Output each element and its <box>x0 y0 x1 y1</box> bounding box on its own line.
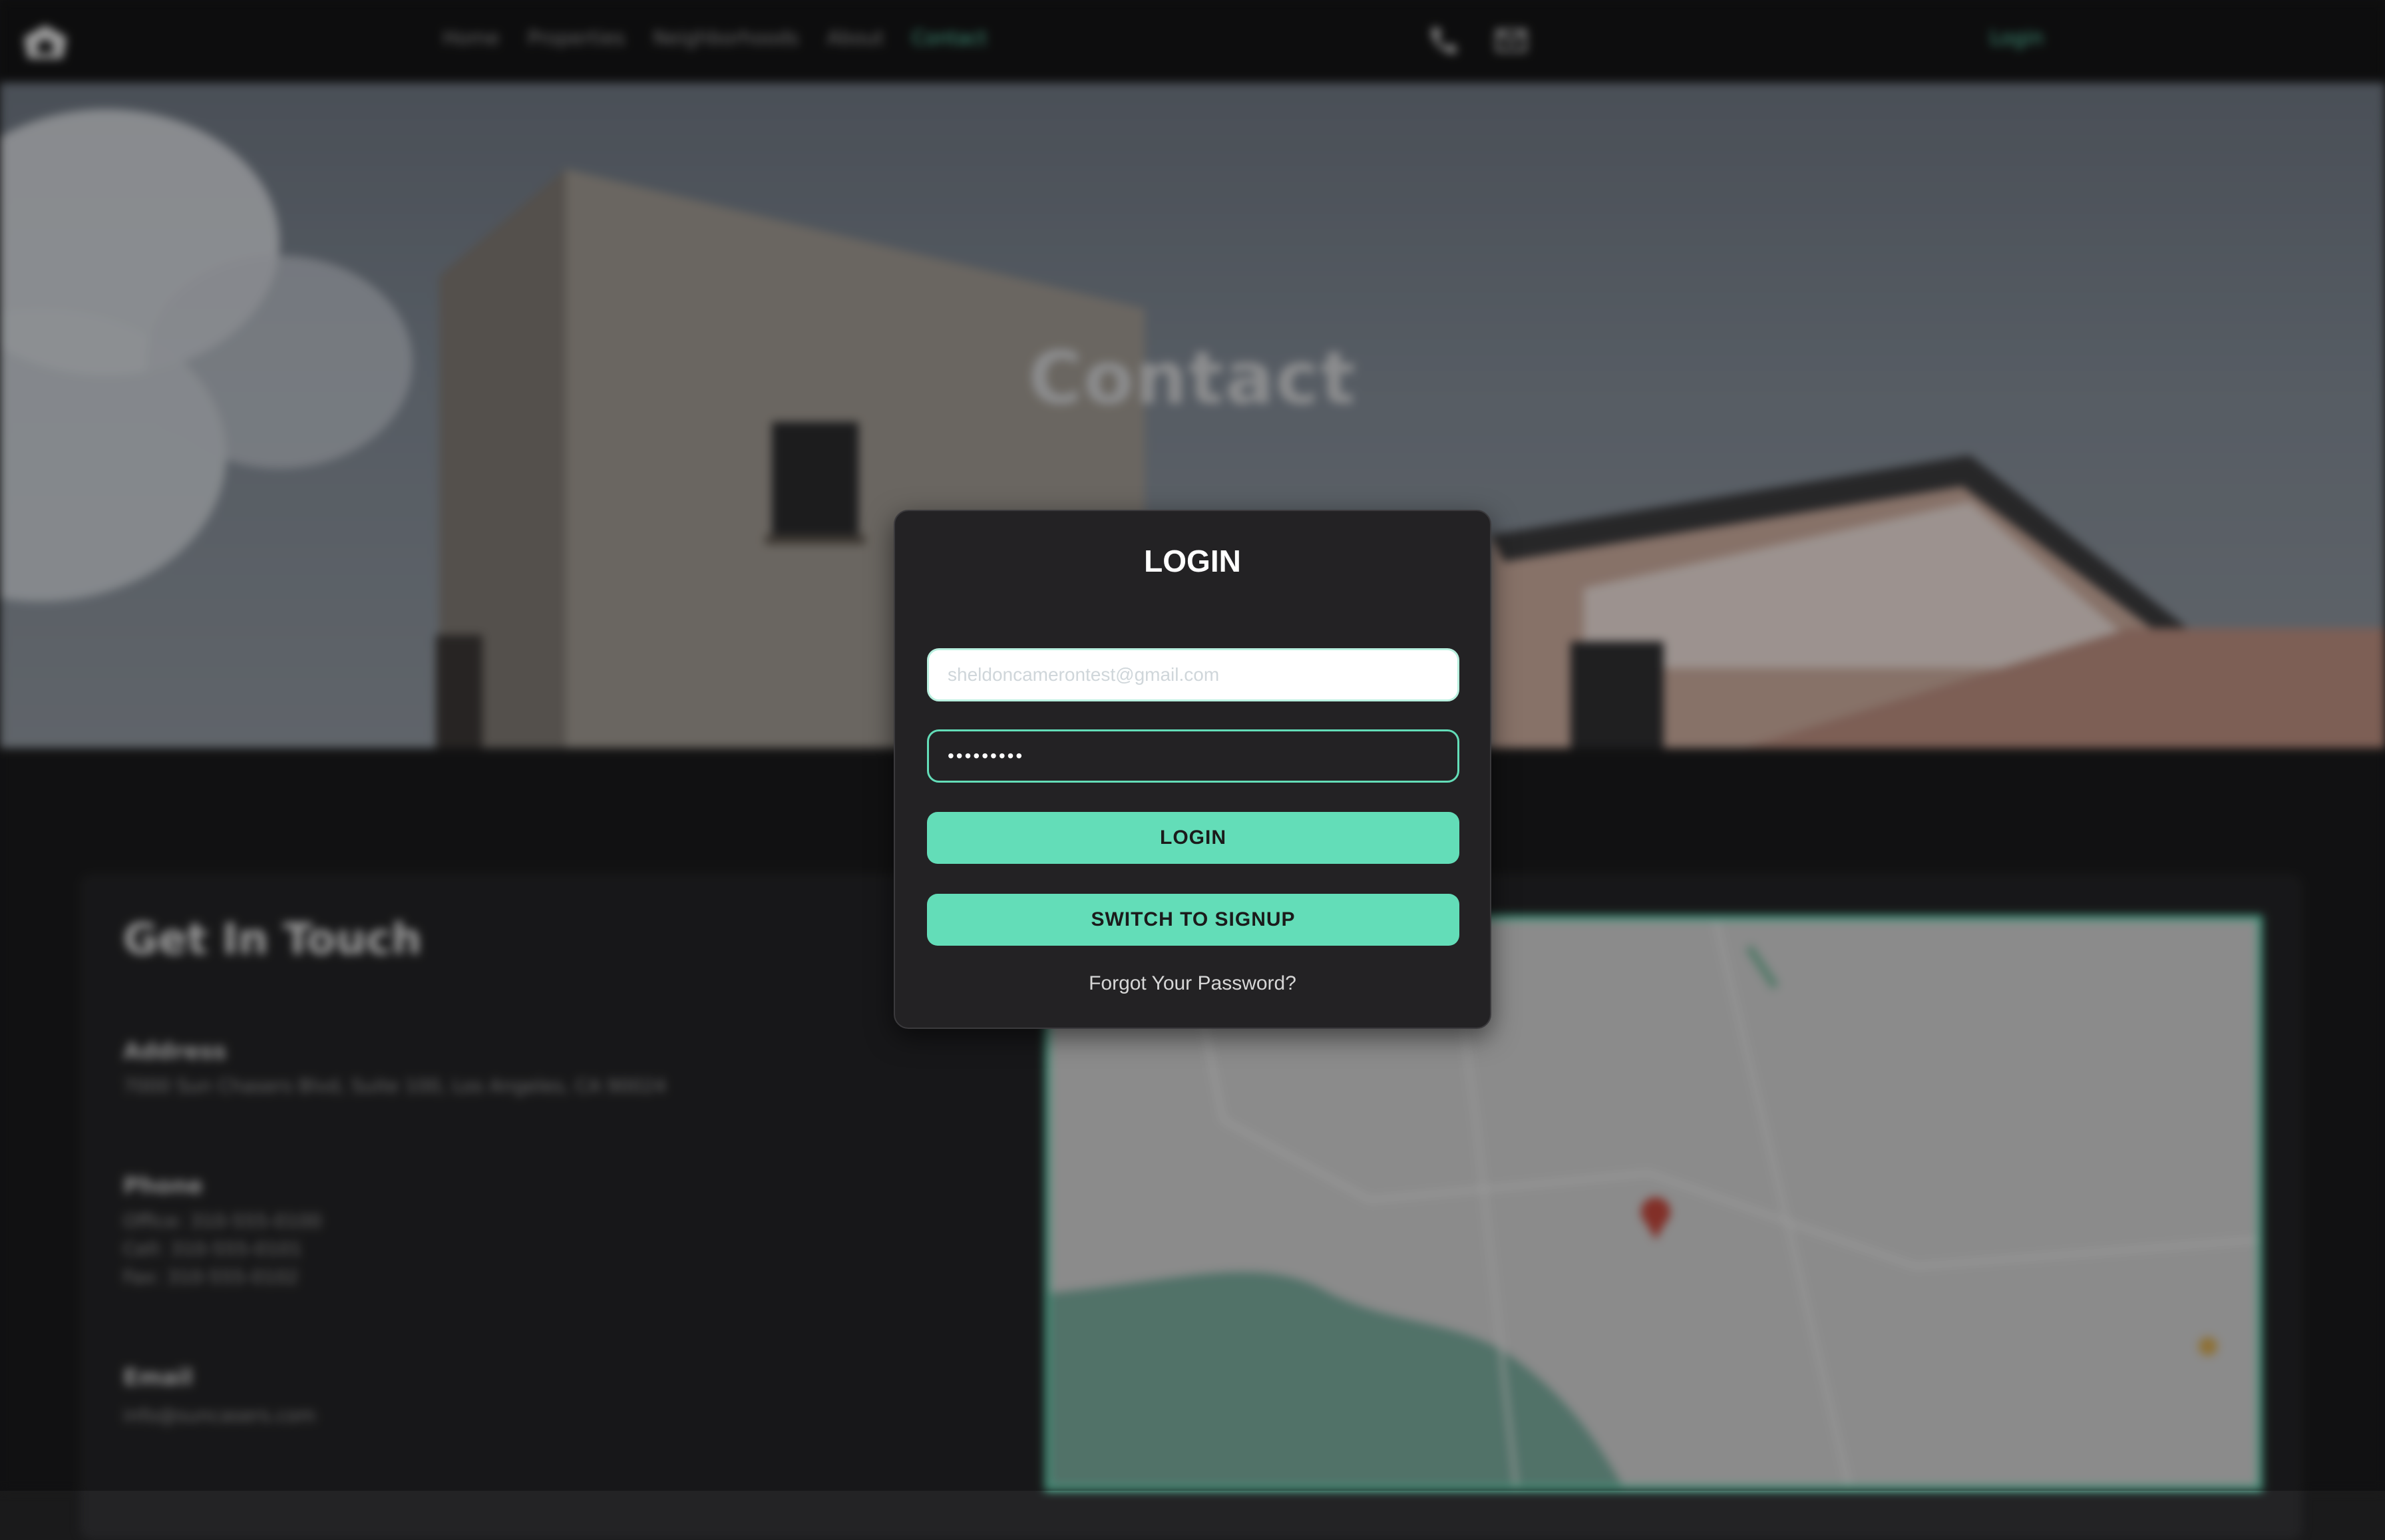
login-button[interactable]: LOGIN <box>927 812 1459 864</box>
email-field[interactable] <box>927 648 1459 701</box>
password-field[interactable] <box>927 729 1459 783</box>
modal-title: LOGIN <box>1144 544 1241 578</box>
forgot-password-link[interactable]: Forgot Your Password? <box>895 972 1490 995</box>
switch-to-signup-button[interactable]: SWITCH TO SIGNUP <box>927 894 1459 946</box>
login-modal: LOGIN LOGIN SWITCH TO SIGNUP Forgot Your… <box>894 510 1491 1029</box>
